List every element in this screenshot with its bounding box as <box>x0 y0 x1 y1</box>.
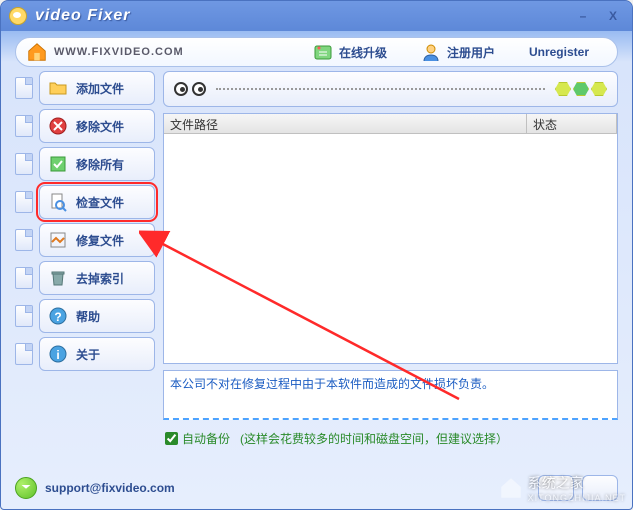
hex-icons <box>555 82 607 96</box>
trash-icon <box>48 268 68 288</box>
sidebar-label: 添加文件 <box>76 80 124 97</box>
sidebar-row: ? 帮助 <box>15 299 155 333</box>
file-list-body[interactable] <box>164 134 617 363</box>
app-window: video Fixer – X WWW.FIXVIDEO.COM 在线升级 注册… <box>0 0 633 510</box>
upgrade-label: 在线升级 <box>339 44 387 61</box>
footer: support@fixvideo.com <box>15 475 618 501</box>
app-icon <box>9 7 27 25</box>
repair-icon <box>48 230 68 250</box>
page-icon <box>15 191 33 213</box>
file-list[interactable]: 文件路径 状态 <box>163 113 618 364</box>
sidebar-label: 关于 <box>76 346 100 363</box>
footer-button-2[interactable] <box>582 475 618 501</box>
page-icon <box>15 305 33 327</box>
auto-backup-label: 自动备份 <box>182 430 230 447</box>
sidebar-button-7[interactable]: i 关于 <box>39 337 155 371</box>
page-icon <box>15 229 33 251</box>
footer-button-1[interactable] <box>538 475 574 501</box>
sidebar-button-2[interactable]: 移除所有 <box>39 147 155 181</box>
folder-open-icon <box>48 78 68 98</box>
sidebar-button-6[interactable]: ? 帮助 <box>39 299 155 333</box>
sidebar-label: 修复文件 <box>76 232 124 249</box>
auto-backup-checkbox[interactable]: 自动备份 <box>165 430 230 447</box>
main-panel: 文件路径 状态 本公司不对在修复过程中由于本软件而造成的文件损坏负责。 自动备份… <box>163 71 618 451</box>
website-url: WWW.FIXVIDEO.COM <box>54 46 184 58</box>
close-button[interactable]: X <box>602 7 624 25</box>
disclaimer-text: 本公司不对在修复过程中由于本软件而造成的文件损坏负责。 <box>170 377 494 391</box>
info-icon: i <box>48 344 68 364</box>
page-icon <box>15 267 33 289</box>
url-bar: WWW.FIXVIDEO.COM 在线升级 注册用户 Unregister <box>15 37 618 67</box>
remove-icon <box>48 116 68 136</box>
svg-text:?: ? <box>54 310 61 324</box>
message-box: 本公司不对在修复过程中由于本软件而造成的文件损坏负责。 <box>163 370 618 420</box>
titlebar[interactable]: video Fixer – X <box>1 1 632 31</box>
home-icon <box>26 41 48 63</box>
sidebar-row: 移除所有 <box>15 147 155 181</box>
sidebar-button-1[interactable]: 移除文件 <box>39 109 155 143</box>
sidebar-button-5[interactable]: 去掉索引 <box>39 261 155 295</box>
sidebar-row: 添加文件 <box>15 71 155 105</box>
mail-icon <box>15 477 37 499</box>
decor-row <box>163 71 618 107</box>
sidebar-row: 移除文件 <box>15 109 155 143</box>
sidebar-label: 移除所有 <box>76 156 124 173</box>
unregister-label: Unregister <box>529 45 589 59</box>
sidebar-row: i 关于 <box>15 337 155 371</box>
page-icon <box>15 115 33 137</box>
sidebar-label: 检查文件 <box>76 194 124 211</box>
eyes-icon <box>174 82 206 96</box>
sidebar-button-4[interactable]: 修复文件 <box>39 223 155 257</box>
auto-backup-hint: (这样会花费较多的时间和磁盘空间，但建议选择） <box>240 430 508 447</box>
sidebar-label: 去掉索引 <box>76 270 124 287</box>
minimize-button[interactable]: – <box>572 7 594 25</box>
auto-backup-input[interactable] <box>165 432 178 445</box>
app-title: video Fixer <box>35 7 130 25</box>
page-icon <box>15 153 33 175</box>
unregister-button[interactable]: Unregister <box>521 41 597 63</box>
upgrade-icon <box>313 42 333 62</box>
help-icon: ? <box>48 306 68 326</box>
sidebar-label: 帮助 <box>76 308 100 325</box>
user-icon <box>421 42 441 62</box>
sidebar-row: 去掉索引 <box>15 261 155 295</box>
remove-all-icon <box>48 154 68 174</box>
upgrade-button[interactable]: 在线升级 <box>305 38 395 66</box>
column-status[interactable]: 状态 <box>527 114 617 133</box>
sidebar-button-0[interactable]: 添加文件 <box>39 71 155 105</box>
register-button[interactable]: 注册用户 <box>413 38 503 66</box>
page-icon <box>15 343 33 365</box>
sidebar-row: 检查文件 <box>15 185 155 219</box>
sidebar: 添加文件移除文件移除所有检查文件修复文件去掉索引? 帮助 i 关于 <box>15 71 155 451</box>
support-email[interactable]: support@fixvideo.com <box>45 481 175 495</box>
sidebar-row: 修复文件 <box>15 223 155 257</box>
page-icon <box>15 77 33 99</box>
svg-text:i: i <box>56 348 59 362</box>
search-doc-icon <box>48 192 68 212</box>
sidebar-label: 移除文件 <box>76 118 124 135</box>
sidebar-button-3[interactable]: 检查文件 <box>39 185 155 219</box>
column-path[interactable]: 文件路径 <box>164 114 527 133</box>
register-label: 注册用户 <box>447 44 495 61</box>
